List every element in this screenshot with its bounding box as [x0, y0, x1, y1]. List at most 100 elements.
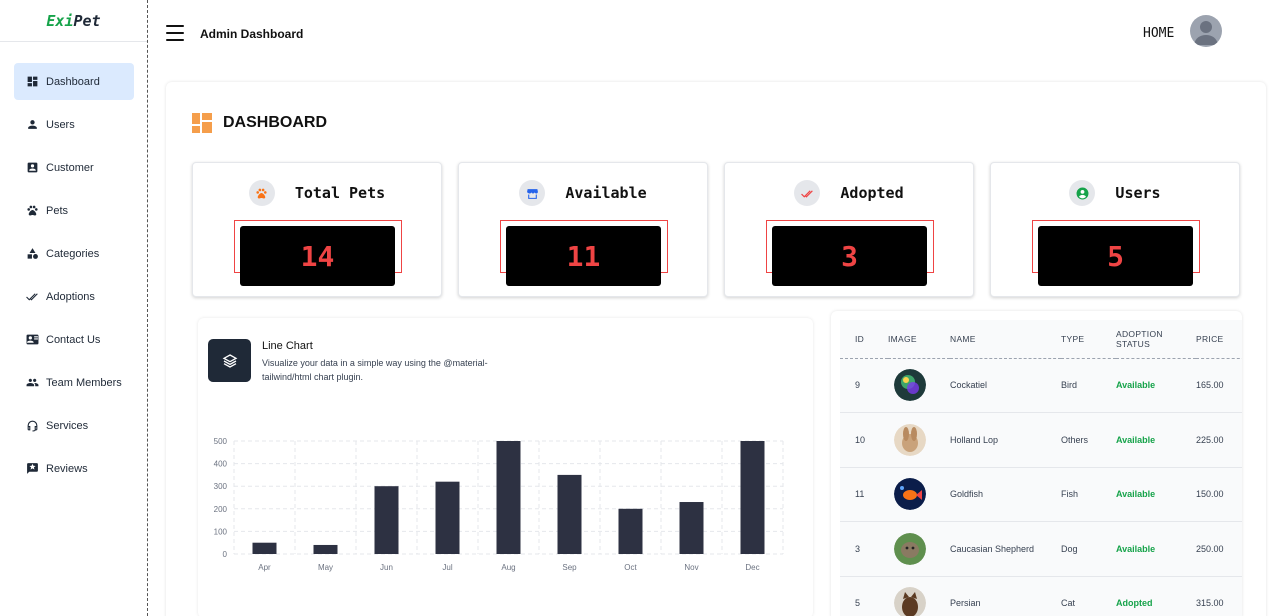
stat-card-available: Available 11	[458, 162, 708, 297]
x-tick-label: Sep	[562, 563, 577, 572]
cell-price: 165.00	[1196, 380, 1224, 391]
y-tick-label: 0	[223, 550, 228, 559]
sidebar-item-users[interactable]: Users	[14, 106, 134, 143]
chart-bar	[557, 474, 582, 554]
cell-id: 3	[855, 543, 861, 554]
sidebar-item-customer[interactable]: Customer	[14, 149, 134, 186]
y-tick-label: 400	[214, 460, 228, 469]
cell-type: Dog	[1061, 543, 1078, 554]
brand-logo-part1: Exi	[46, 11, 74, 30]
cell-price: 225.00	[1196, 434, 1224, 445]
hamburger-icon	[166, 25, 184, 27]
cell-name: Cockatiel	[950, 380, 988, 391]
cell-type: Fish	[1061, 489, 1079, 500]
dashboard-icon	[192, 113, 212, 133]
dashboard-heading: DASHBOARD	[192, 113, 327, 133]
cell-image	[888, 358, 950, 413]
cell-name: Caucasian Shepherd	[950, 543, 1035, 554]
page-title: DASHBOARD	[223, 114, 327, 131]
cell-status: Available	[1116, 543, 1156, 554]
stat-label: Total Pets	[294, 184, 386, 202]
header-title: Admin Dashboard	[200, 27, 304, 41]
table-header-row: ID IMAGE NAME TYPE ADOPTION STATUS PRICE	[840, 320, 1242, 358]
sidebar-item-team-members[interactable]: Team Members	[14, 364, 134, 401]
column-header-type: TYPE	[1061, 333, 1085, 344]
user-circle-icon	[1069, 180, 1096, 206]
stat-label: Adopted	[840, 184, 904, 202]
table-row[interactable]: 11 Goldfish Fish Available 150.00	[840, 467, 1242, 522]
cell-id: 11	[855, 489, 865, 500]
table-row[interactable]: 9 Cockatiel Bird Available 165.00	[840, 358, 1242, 413]
x-tick-label: Nov	[684, 563, 698, 572]
chart-bar	[679, 502, 704, 554]
stat-value: 11	[506, 226, 661, 286]
stat-value: 3	[772, 226, 927, 286]
stat-card-users: Users 5	[990, 162, 1240, 297]
chart-bar	[435, 481, 460, 554]
column-header-id: ID	[855, 333, 865, 344]
sidebar-item-reviews[interactable]: Reviews	[14, 450, 134, 487]
sidebar-item-adoptions[interactable]: Adoptions	[14, 278, 134, 315]
cell-name: Persian	[950, 598, 981, 609]
sidebar-item-label: Pets	[46, 204, 69, 217]
sidebar-item-label: Categories	[46, 247, 100, 260]
pet-thumbnail	[894, 532, 926, 565]
stat-card-total-pets: Total Pets 14	[192, 162, 442, 297]
avatar[interactable]	[1190, 15, 1222, 47]
layers-icon	[208, 339, 251, 382]
bar-chart: 0 100 200 300 400 500 Apr May Jun Jul Aug Sep Oct Nov…	[214, 437, 784, 572]
cell-status: Available	[1116, 434, 1156, 445]
sidebar-item-categories[interactable]: Categories	[14, 235, 134, 272]
sidebar-item-dashboard[interactable]: Dashboard	[14, 63, 134, 100]
group-icon	[26, 378, 39, 387]
x-tick-label: Jul	[442, 563, 452, 572]
sidebar-item-label: Adoptions	[46, 290, 95, 303]
sidebar-nav: Dashboard Users Customer Pets Categories…	[0, 42, 147, 487]
stat-label: Users	[1115, 184, 1161, 202]
cell-id: 9	[855, 380, 861, 391]
sidebar-item-contact-us[interactable]: Contact Us	[14, 321, 134, 358]
cell-price: 250.00	[1196, 543, 1224, 554]
stat-label: Available	[565, 184, 647, 202]
cell-image	[888, 576, 950, 616]
store-icon	[519, 180, 546, 206]
stat-card-adopted: Adopted 3	[724, 162, 974, 297]
cell-status: Available	[1116, 380, 1156, 391]
categories-icon	[27, 248, 38, 259]
contact-card-icon	[27, 162, 38, 173]
double-check-icon	[794, 180, 821, 206]
x-tick-label: May	[318, 563, 333, 572]
sidebar-item-services[interactable]: Services	[14, 407, 134, 444]
cell-price: 315.00	[1196, 598, 1224, 609]
chart-bar	[740, 441, 765, 554]
cell-id: 10	[855, 434, 866, 445]
sidebar-item-label: Contact Us	[46, 333, 101, 346]
x-tick-label: Apr	[258, 563, 271, 572]
sidebar-item-label: Customer	[46, 161, 94, 174]
table-row[interactable]: 10 Holland Lop Others Available 225.00	[840, 412, 1242, 467]
cell-status: Available	[1116, 489, 1156, 500]
chart-bar	[618, 508, 643, 554]
table-row[interactable]: 3 Caucasian Shepherd Dog Available 250.0…	[840, 521, 1242, 576]
y-tick-label: 300	[214, 482, 228, 491]
x-tick-label: Dec	[745, 563, 759, 572]
pet-thumbnail	[894, 423, 926, 456]
chart-card: Line Chart Visualize your data in a simp…	[198, 318, 813, 616]
home-link[interactable]: HOME	[1143, 26, 1174, 41]
sidebar-item-label: Services	[46, 419, 89, 432]
brand-logo[interactable]: Exi Pet	[0, 0, 147, 42]
menu-toggle-button[interactable]	[166, 25, 184, 41]
cell-type: Bird	[1061, 380, 1078, 391]
sidebar-item-pets[interactable]: Pets	[14, 192, 134, 229]
stat-value: 5	[1038, 226, 1193, 286]
column-header-image: IMAGE	[888, 333, 917, 344]
review-icon	[27, 463, 38, 474]
chart-bar	[374, 486, 399, 554]
chart-bar	[252, 542, 277, 554]
column-header-adoption-status: ADOPTION STATUS	[1116, 328, 1163, 349]
cell-type: Cat	[1061, 598, 1076, 609]
table-row[interactable]: 5 Persian Cat Adopted 315.00	[840, 576, 1242, 616]
cell-image	[888, 467, 950, 522]
column-header-name: NAME	[950, 333, 976, 344]
y-tick-label: 100	[214, 527, 228, 536]
